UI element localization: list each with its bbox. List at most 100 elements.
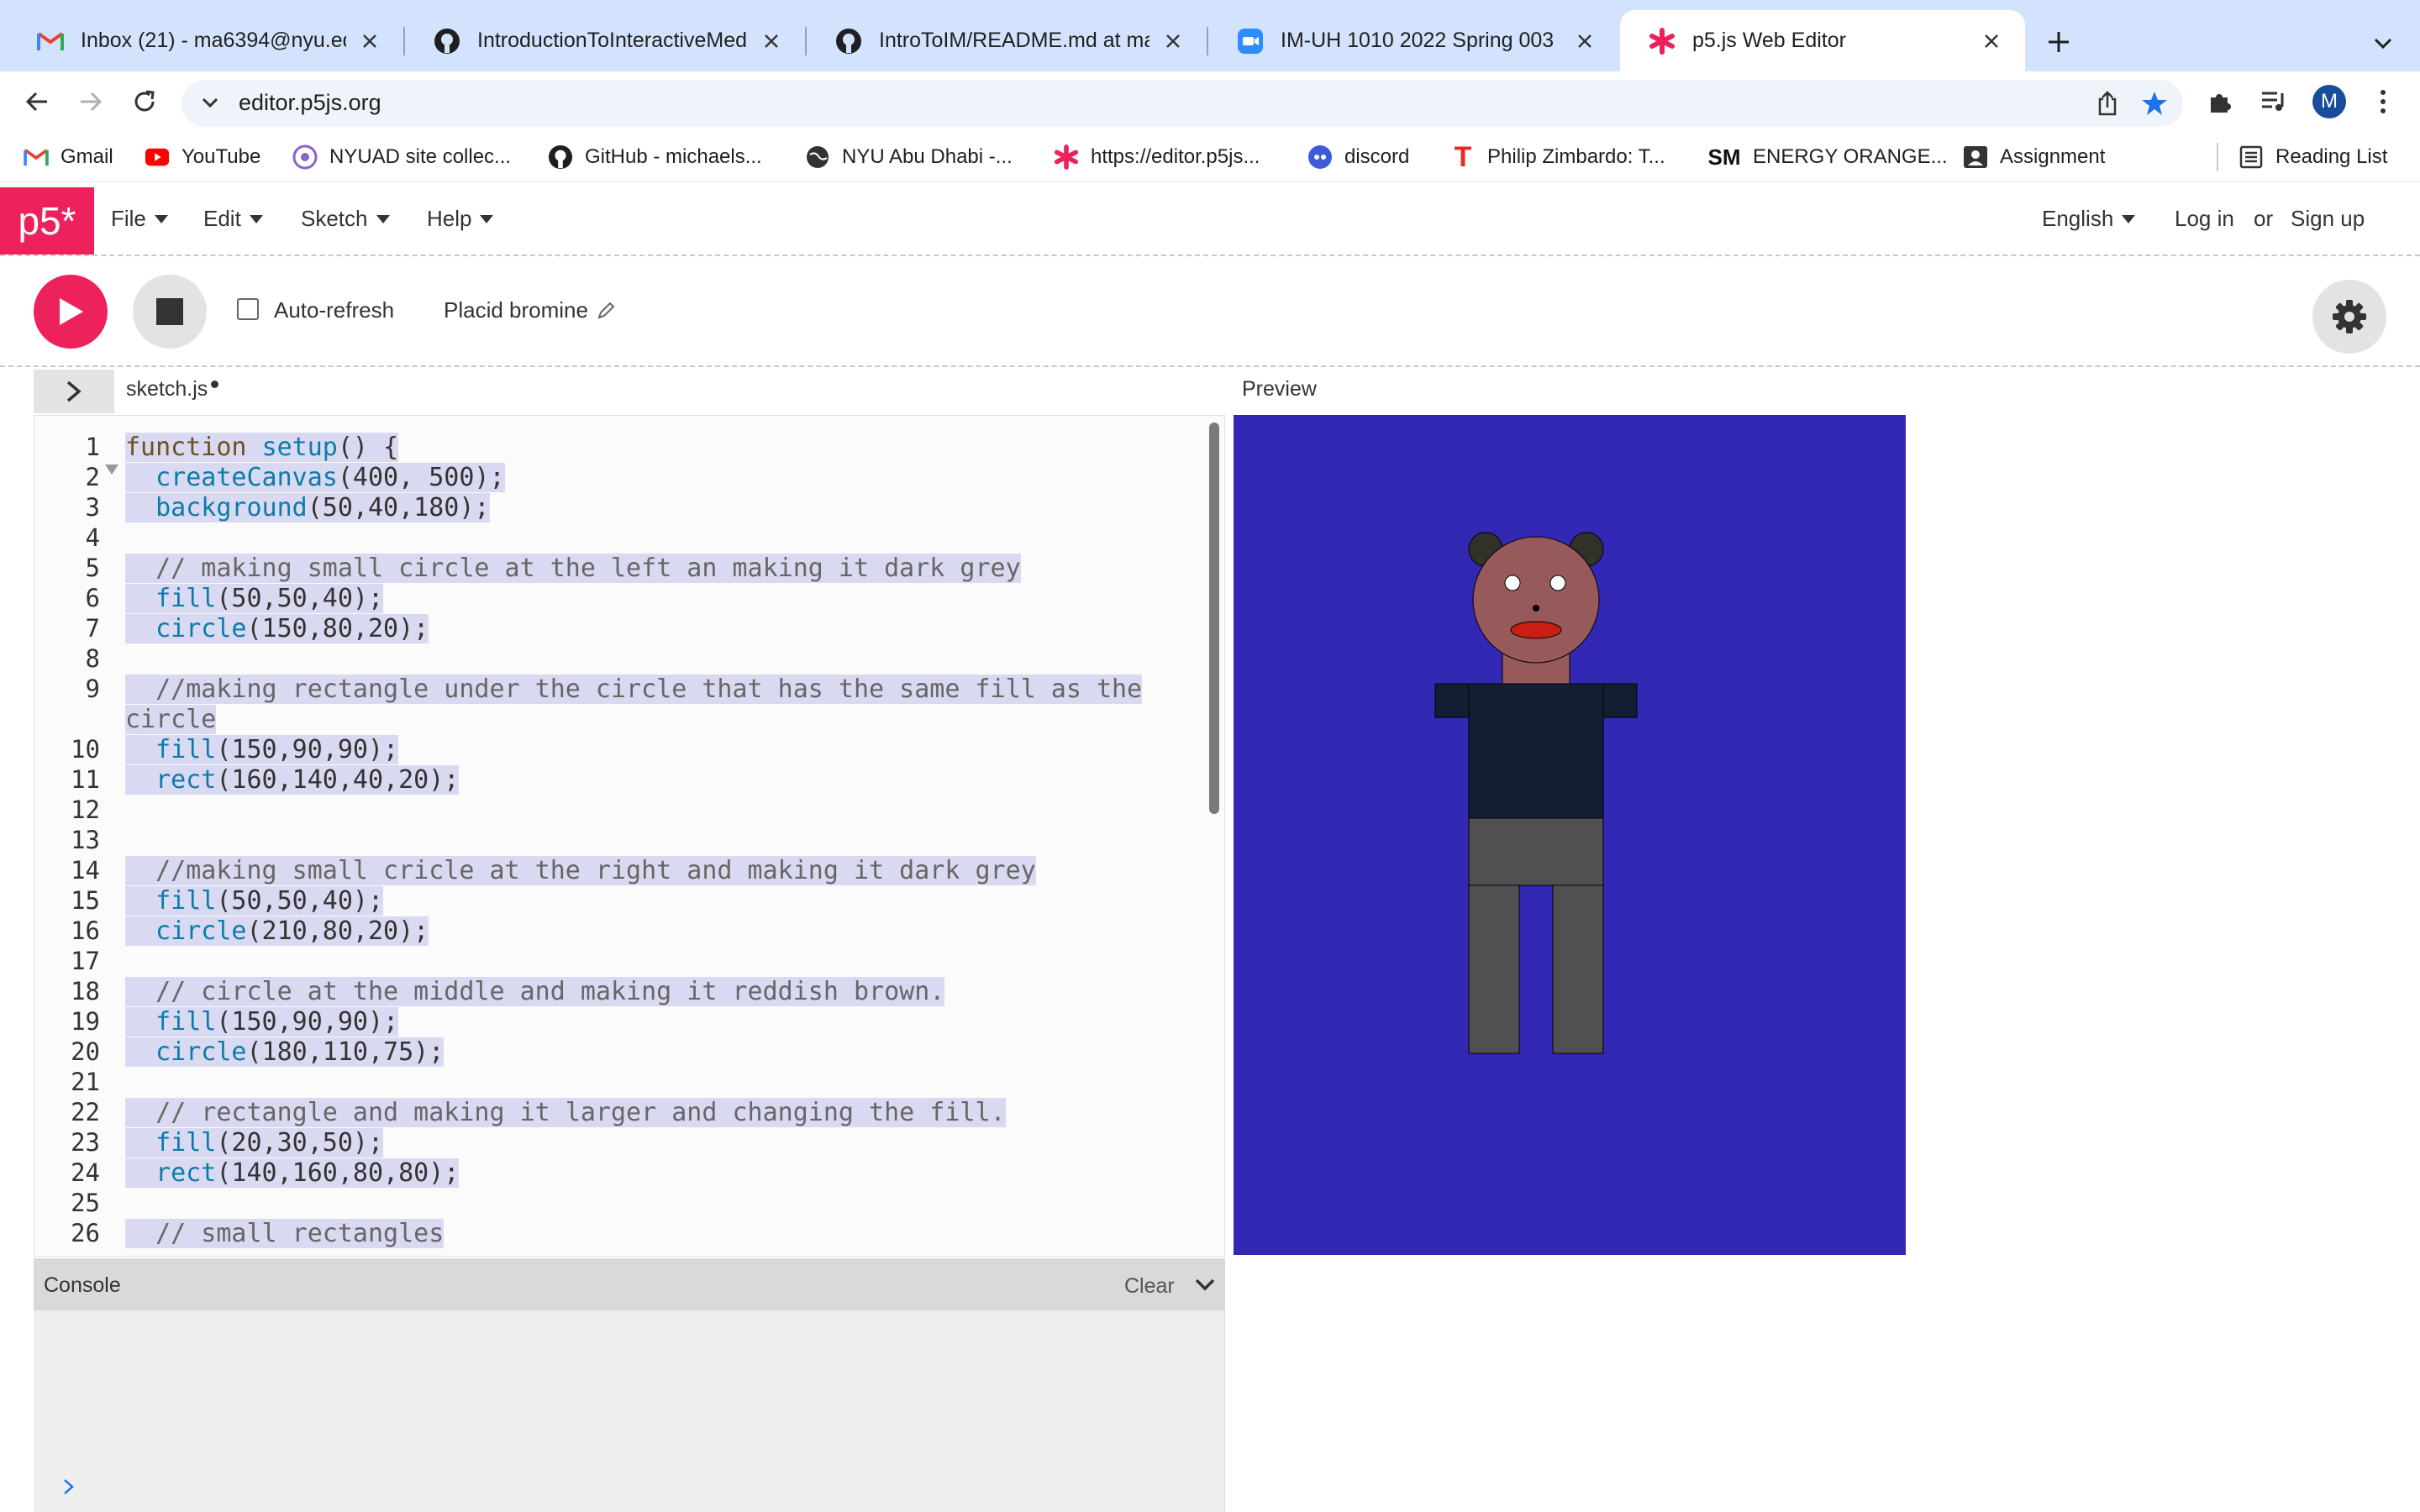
extensions-puzzle-icon[interactable]	[2200, 81, 2240, 122]
address-bar[interactable]: editor.p5js.org	[182, 80, 2183, 127]
menu-edit[interactable]: Edit	[203, 206, 263, 232]
code-line[interactable]: // circle at the middle and making it re…	[125, 977, 945, 1007]
login-link[interactable]: Log in	[2175, 206, 2234, 232]
reload-icon[interactable]	[124, 81, 165, 122]
line-number: 15	[71, 886, 100, 915]
close-tab-icon[interactable]	[1573, 29, 1597, 53]
tab-p5-editor[interactable]: p5.js Web Editor	[1620, 10, 2025, 71]
settings-button[interactable]	[2312, 280, 2386, 354]
menu-sketch[interactable]: Sketch	[301, 206, 390, 232]
code-line[interactable]: circle(210,80,20);	[125, 916, 429, 947]
bookmark-nyuad-site[interactable]: NYUAD site collec...	[292, 140, 511, 174]
p5-asterisk-icon	[1054, 144, 1079, 170]
code-line-text: // rectangle and making it larger and ch…	[125, 1098, 1006, 1127]
menu-file[interactable]: File	[111, 206, 168, 232]
code-line-text: fill(150,90,90);	[125, 1007, 399, 1037]
auto-refresh-label: Auto-refresh	[274, 297, 395, 323]
tab-gmail-inbox[interactable]: Inbox (21) - ma6394@nyu.edu	[8, 10, 403, 71]
bookmark-label: Assignment	[2000, 145, 2106, 168]
code-line[interactable]: // making small circle at the left an ma…	[125, 554, 1021, 584]
close-tab-icon[interactable]	[1161, 29, 1185, 53]
bookmark-ted-zimbardo[interactable]: T Philip Zimbardo: T...	[1450, 140, 1665, 174]
code-line-text: fill(150,90,90);	[125, 735, 399, 764]
bookmark-nyu-abu-dhabi[interactable]: NYU Abu Dhabi -...	[805, 140, 1013, 174]
reading-list-button[interactable]: Reading List	[2238, 140, 2387, 174]
tab-title: Inbox (21) - ma6394@nyu.edu	[81, 29, 346, 52]
close-tab-icon[interactable]	[358, 29, 381, 53]
play-button[interactable]	[34, 275, 108, 349]
youtube-icon	[145, 144, 170, 170]
sketch-canvas[interactable]	[1234, 415, 1906, 1255]
code-line[interactable]: createCanvas(400, 500);	[125, 463, 505, 493]
console-title: Console	[44, 1273, 121, 1297]
code-line[interactable]: //making rectangle under the circle that…	[125, 675, 1143, 705]
bookmark-discord[interactable]: discord	[1307, 140, 1409, 174]
code-line[interactable]: circle(180,110,75);	[125, 1037, 445, 1068]
code-line[interactable]: // small rectangles	[125, 1219, 445, 1249]
file-tab-sketch-js[interactable]: sketch.js	[126, 377, 219, 402]
code-line[interactable]: function setup() {	[125, 433, 399, 463]
language-menu[interactable]: English	[2042, 206, 2136, 232]
bookmark-star-icon[interactable]	[2138, 87, 2171, 120]
code-line[interactable]: rect(160,140,40,20);	[125, 765, 460, 795]
code-line[interactable]: circle(150,80,20);	[125, 614, 429, 644]
sidebar-toggle-button[interactable]	[34, 370, 114, 413]
stop-button[interactable]	[133, 275, 207, 349]
menu-help[interactable]: Help	[427, 206, 494, 232]
p5-logo[interactable]: p5*	[0, 187, 94, 255]
auto-refresh-checkbox[interactable]	[237, 298, 259, 320]
tab-search-chevron-icon[interactable]	[2363, 24, 2403, 64]
bookmark-github[interactable]: GitHub - michaels...	[548, 140, 762, 174]
tab-zoom-class[interactable]: IM-UH 1010 2022 Spring 003 L	[1208, 10, 1618, 71]
line-number: 3	[85, 493, 100, 522]
code-line[interactable]: circle	[125, 705, 217, 735]
mouth	[1510, 621, 1562, 639]
caret-down-icon	[154, 214, 168, 223]
code-line[interactable]: fill(20,30,50);	[125, 1128, 384, 1158]
github-icon	[548, 144, 573, 170]
login-label: Log in	[2175, 206, 2234, 231]
site-info-chevron-icon[interactable]	[197, 90, 224, 117]
caret-down-icon	[480, 214, 494, 223]
bookmark-label: ENERGY ORANGE...	[1753, 145, 1948, 168]
bookmark-energy-orange[interactable]: SM ENERGY ORANGE...	[1707, 140, 1948, 174]
console-prompt-chevron-icon[interactable]	[59, 1477, 79, 1497]
left-shoulder	[1434, 683, 1470, 718]
line-number: 1	[85, 433, 100, 461]
console-body[interactable]	[34, 1310, 1225, 1512]
fold-arrow-icon[interactable]	[105, 465, 118, 475]
code-line[interactable]: fill(150,90,90);	[125, 1007, 399, 1037]
close-tab-icon[interactable]	[1980, 29, 2003, 53]
new-tab-icon[interactable]	[2039, 22, 2079, 62]
profile-avatar[interactable]: M	[2309, 81, 2349, 122]
code-line[interactable]: // rectangle and making it larger and ch…	[125, 1098, 1006, 1128]
bookmark-youtube[interactable]: YouTube	[145, 140, 260, 174]
signup-link[interactable]: Sign up	[2291, 206, 2365, 232]
code-line[interactable]: fill(50,50,40);	[125, 886, 384, 916]
code-line[interactable]: fill(150,90,90);	[125, 735, 399, 765]
bookmark-gmail[interactable]: Gmail	[24, 140, 113, 174]
code-line[interactable]: //making small cricle at the right and m…	[125, 856, 1036, 886]
gmail-icon	[37, 28, 64, 55]
code-line[interactable]: rect(140,160,80,80);	[125, 1158, 460, 1189]
tab-github-intro[interactable]: IntroductionToInteractiveMedia	[405, 10, 805, 71]
forward-arrow-icon[interactable]	[71, 81, 111, 122]
console-clear-button[interactable]: Clear	[1124, 1274, 1175, 1299]
editor-scrollbar[interactable]	[1209, 423, 1219, 814]
bookmark-assignment[interactable]: Assignment	[1963, 140, 2105, 174]
back-arrow-icon[interactable]	[17, 81, 57, 122]
sketch-name[interactable]: Placid bromine	[444, 297, 615, 323]
tab-title: p5.js Web Editor	[1692, 29, 1846, 52]
code-line[interactable]: background(50,40,180);	[125, 493, 490, 523]
code-line[interactable]: fill(50,50,40);	[125, 584, 384, 614]
share-icon[interactable]	[2092, 88, 2123, 118]
chevron-down-icon[interactable]	[1192, 1272, 1218, 1299]
browser-menu-icon[interactable]	[2363, 81, 2403, 122]
sketch-name-text: Placid bromine	[444, 297, 588, 323]
code-editor[interactable]: 1 2 3 4 5 6 7 8 9 10 11 12 13 14 15 16 17 18 19 20 21 22 23 24 2…	[34, 415, 1225, 1257]
bookmark-p5-editor[interactable]: https://editor.p5js...	[1054, 140, 1260, 174]
url-text[interactable]: editor.p5js.org	[239, 90, 381, 116]
media-queue-icon[interactable]	[2254, 81, 2294, 122]
tab-github-readme[interactable]: IntroToIM/README.md at main	[807, 10, 1207, 71]
close-tab-icon[interactable]	[760, 29, 783, 53]
